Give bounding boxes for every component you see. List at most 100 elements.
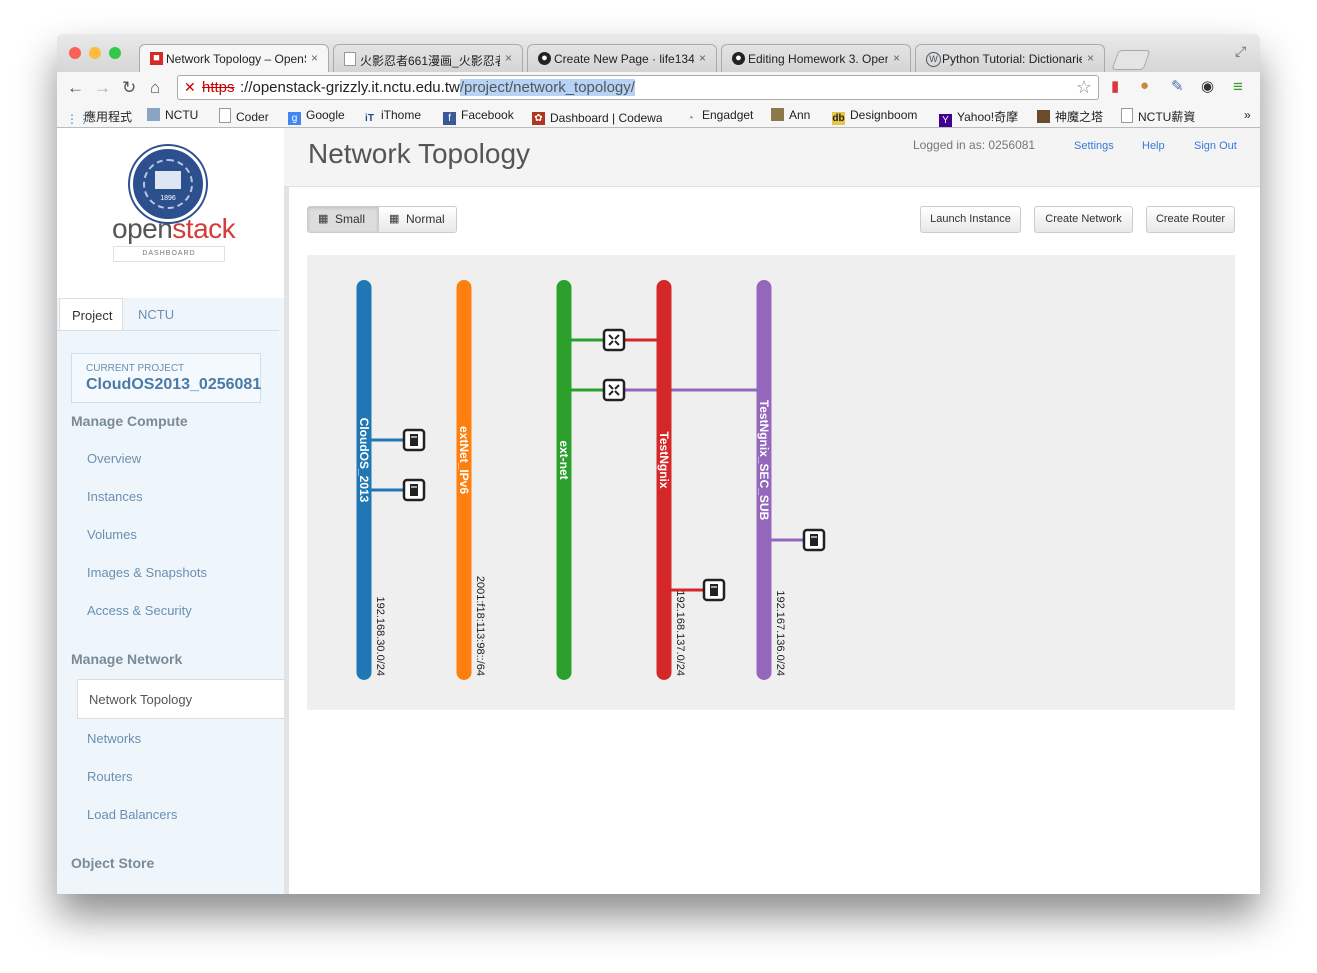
minimize-window-button[interactable] xyxy=(89,47,101,59)
launch-instance-button[interactable]: Launch Instance xyxy=(920,206,1021,233)
nav-item-volumes[interactable]: Volumes xyxy=(87,527,137,542)
new-tab-button[interactable] xyxy=(1111,50,1151,70)
close-icon[interactable]: × xyxy=(311,51,318,65)
nav-item-access-security[interactable]: Access & Security xyxy=(87,603,192,618)
bookmark-item[interactable]: g Google xyxy=(288,108,345,125)
document-icon xyxy=(344,52,356,66)
tab-nctu[interactable]: NCTU xyxy=(126,298,186,331)
network-name-label: TestNgnix_SEC_SUB xyxy=(757,400,771,521)
bookmark-item[interactable]: ◔ Engadget xyxy=(684,108,753,125)
bookmark-item[interactable]: NCTU薪資 xyxy=(1121,108,1195,125)
instance-icon[interactable] xyxy=(402,478,426,502)
settings-link[interactable]: Settings xyxy=(1074,140,1114,152)
main-panel: Network Topology Logged in as: 0256081 S… xyxy=(284,128,1260,894)
browser-tab[interactable]: W Python Tutorial: Dictionaries × xyxy=(915,44,1105,72)
network-cidr-label: 192.168.137.0/24 xyxy=(674,590,686,676)
nav-item-networks[interactable]: Networks xyxy=(87,731,141,746)
section-manage-network: Manage Network xyxy=(71,651,183,667)
bookmark-item[interactable]: Coder xyxy=(219,108,269,124)
bookmark-item[interactable]: ⋮⋮應用程式 xyxy=(66,108,132,126)
fullscreen-icon[interactable]: ⤢ xyxy=(1235,43,1246,60)
view-size-toggle: ▦ Small ▦ Normal xyxy=(307,206,457,233)
bookmarks-overflow-button[interactable]: » xyxy=(1244,108,1251,122)
codewars-icon: ✿ xyxy=(532,112,545,125)
close-icon[interactable]: × xyxy=(1087,51,1094,65)
nav-item-load-balancers[interactable]: Load Balancers xyxy=(87,807,177,822)
eyedropper-icon[interactable]: ✎ xyxy=(1171,77,1184,95)
create-router-button[interactable]: Create Router xyxy=(1146,206,1235,233)
close-window-button[interactable] xyxy=(69,47,81,59)
network-bar[interactable]: ext-net xyxy=(556,280,572,680)
instance-icon[interactable] xyxy=(702,578,726,602)
bookmark-item[interactable]: Ann xyxy=(771,108,810,122)
project-switcher[interactable]: CURRENT PROJECT CloudOS2013_0256081 xyxy=(71,353,261,403)
nav-item-instances[interactable]: Instances xyxy=(87,489,143,504)
network-bar[interactable]: extNet_IPv62001:f18:113:98::/64 xyxy=(456,280,487,680)
section-manage-compute: Manage Compute xyxy=(71,413,188,429)
close-icon[interactable]: × xyxy=(505,51,512,65)
create-network-button[interactable]: Create Network xyxy=(1034,206,1133,233)
page-header: Network Topology Logged in as: 0256081 S… xyxy=(284,128,1260,187)
browser-tab[interactable]: ● Create New Page · life1347 × xyxy=(527,44,717,72)
logged-in-user: Logged in as: 0256081 xyxy=(913,138,1036,152)
openstack-logo[interactable]: openstack xyxy=(112,213,236,245)
current-project-label: CURRENT PROJECT xyxy=(86,363,185,374)
picture-icon xyxy=(771,108,784,121)
network-name-label: extNet_IPv6 xyxy=(457,426,471,494)
network-cidr-label: 192.167.136.0/24 xyxy=(774,590,786,676)
bookmark-item[interactable]: 神魔之塔 xyxy=(1037,108,1103,125)
sign-out-link[interactable]: Sign Out xyxy=(1194,140,1237,152)
url-host: ://openstack-grizzly.it.nctu.edu.tw xyxy=(240,79,460,96)
nav-item-routers[interactable]: Routers xyxy=(87,769,133,784)
apps-icon: ⋮⋮ xyxy=(66,112,90,126)
close-icon[interactable]: × xyxy=(893,51,900,65)
folder-icon xyxy=(147,108,160,121)
bookmark-item[interactable]: iT iThome xyxy=(363,108,421,125)
sidebar: 1896 openstack DASHBOARD Project NCTU CU… xyxy=(57,128,289,894)
browser-tab[interactable]: ■ Network Topology – OpenStack Dashboard… xyxy=(139,44,329,72)
grid-normal-icon: ▦ xyxy=(389,213,400,225)
help-link[interactable]: Help xyxy=(1142,140,1165,152)
network-bar[interactable]: TestNgnix 192.168.137.0/24 xyxy=(656,280,687,680)
small-view-button[interactable]: ▦ Small xyxy=(308,207,379,232)
nav-item-images-snapshots[interactable]: Images & Snapshots xyxy=(87,565,207,580)
cookie-icon[interactable]: ● xyxy=(1140,77,1149,94)
reload-icon[interactable]: ↻ xyxy=(122,78,136,98)
dashboard-label: DASHBOARD xyxy=(113,246,225,262)
network-bar[interactable]: TestNgnix_SEC_SUB 192.167.136.0/24 xyxy=(756,280,787,680)
normal-view-button[interactable]: ▦ Normal xyxy=(379,207,456,232)
nav-item-overview[interactable]: Overview xyxy=(87,451,141,466)
instance-icon[interactable] xyxy=(402,428,426,452)
nav-item-network-topology[interactable]: Network Topology xyxy=(77,679,284,719)
bookmark-ext-icon[interactable]: ▮ xyxy=(1111,77,1119,95)
network-name-label: TestNgnix xyxy=(657,431,671,488)
menu-icon[interactable]: ≡ xyxy=(1233,77,1243,97)
bookmark-item[interactable]: ✿ Dashboard | Codewars xyxy=(532,108,662,125)
browser-tab[interactable]: ● Editing Homework 3. OpenStack × xyxy=(721,44,911,72)
network-topology-canvas: CloudOS_2013 192.168.30.0/24 extNet_IPv6 20… xyxy=(307,255,1235,710)
camera-icon[interactable]: ◉ xyxy=(1201,77,1214,95)
home-icon[interactable]: ⌂ xyxy=(150,78,160,98)
forward-icon[interactable]: → xyxy=(94,78,111,98)
bookmark-item[interactable]: Y Yahoo!奇摩 xyxy=(939,108,1018,127)
router-icon[interactable] xyxy=(602,378,626,402)
section-object-store[interactable]: Object Store xyxy=(71,855,154,871)
network-cidr-label: 2001:f18:113:98::/64 xyxy=(474,576,486,676)
network-bar[interactable]: CloudOS_2013 192.168.30.0/24 xyxy=(356,280,387,680)
bookmark-star-icon[interactable]: ☆ xyxy=(1076,77,1092,98)
wordpress-icon: W xyxy=(926,52,941,67)
router-icon[interactable] xyxy=(602,328,626,352)
designboom-icon: db xyxy=(832,112,845,125)
address-bar[interactable]: ✕ https ://openstack-grizzly.it.nctu.edu… xyxy=(177,75,1099,100)
topology-graph: CloudOS_2013192.168.30.0/24extNet_IPv620… xyxy=(356,280,826,680)
back-icon[interactable]: ← xyxy=(67,78,84,98)
bookmark-item[interactable]: db Designboom xyxy=(832,108,917,125)
bookmark-item[interactable]: f Facebook xyxy=(443,108,514,125)
instance-icon[interactable] xyxy=(802,528,826,552)
bookmark-item[interactable]: NCTU xyxy=(147,108,198,122)
zoom-window-button[interactable] xyxy=(109,47,121,59)
browser-tab[interactable]: 火影忍者661漫画_火影忍者漫画 × xyxy=(333,44,523,72)
github-icon: ● xyxy=(538,52,551,65)
close-icon[interactable]: × xyxy=(699,51,706,65)
tab-project[interactable]: Project xyxy=(59,298,123,331)
